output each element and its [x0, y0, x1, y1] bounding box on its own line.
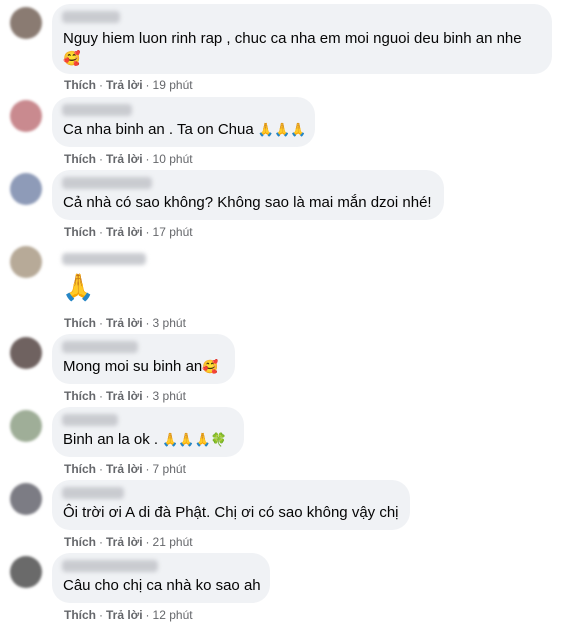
comment-bubble: Mong moi su binh an🥰: [52, 334, 235, 384]
timestamp[interactable]: 10 phút: [153, 152, 193, 166]
timestamp[interactable]: 7 phút: [153, 462, 186, 476]
comment-emoji: 🥰: [63, 50, 81, 66]
comment-actions: Thích · Trả lời · 3 phút: [64, 389, 186, 403]
comment-text: Nguy hiem luon rinh rap , chuc ca nha em…: [63, 30, 522, 47]
avatar[interactable]: [10, 483, 42, 515]
comment-emoji: 🙏: [62, 272, 95, 302]
comment-text: Câu cho chị ca nhà ko sao ah: [63, 577, 261, 594]
like-button[interactable]: Thích: [64, 225, 96, 239]
timestamp[interactable]: 21 phút: [153, 535, 193, 549]
comment-bubble: Ca nha binh an . Ta on Chua 🙏🙏🙏: [52, 97, 315, 147]
comment-bubble: Câu cho chị ca nhà ko sao ah: [52, 553, 270, 603]
avatar[interactable]: [10, 246, 42, 278]
timestamp[interactable]: 3 phút: [153, 316, 186, 330]
like-button[interactable]: Thích: [64, 535, 96, 549]
avatar[interactable]: [10, 173, 42, 205]
comment-actions: Thích · Trả lời · 10 phút: [64, 152, 193, 166]
timestamp[interactable]: 12 phút: [153, 608, 193, 622]
like-button[interactable]: Thích: [64, 389, 96, 403]
comment-bubble: Cả nhà có sao không? Không sao là mai mắ…: [52, 170, 444, 220]
comment-actions: Thích · Trả lời · 17 phút: [64, 225, 193, 239]
like-button[interactable]: Thích: [64, 78, 96, 92]
like-button[interactable]: Thích: [64, 316, 96, 330]
commenter-name[interactable]: [62, 487, 124, 499]
reply-button[interactable]: Trả lời: [106, 152, 143, 166]
commenter-name[interactable]: [62, 104, 132, 116]
comment-bubble: Ôi trời ơi A di đà Phật. Chị ơi có sao k…: [52, 480, 410, 530]
reply-button[interactable]: Trả lời: [106, 316, 143, 330]
timestamp[interactable]: 3 phút: [153, 389, 186, 403]
pray-emoji-icon: 🙏🙏🙏: [257, 122, 307, 138]
like-button[interactable]: Thích: [64, 152, 96, 166]
comment-text: Ca nha binh an . Ta on Chua 🙏🙏🙏: [63, 121, 307, 138]
avatar[interactable]: [10, 337, 42, 369]
comment-actions: Thích · Trả lời · 19 phút: [64, 78, 193, 92]
comment-bubble: Nguy hiem luon rinh rap , chuc ca nha em…: [52, 4, 552, 74]
reply-button[interactable]: Trả lời: [106, 608, 143, 622]
reply-button[interactable]: Trả lời: [106, 389, 143, 403]
timestamp[interactable]: 17 phút: [153, 225, 193, 239]
comment-text: Mong moi su binh an🥰: [63, 358, 219, 375]
comment-actions: Thích · Trả lời · 3 phút: [64, 316, 186, 330]
comment-actions: Thích · Trả lời · 7 phút: [64, 462, 186, 476]
comment-actions: Thích · Trả lời · 21 phút: [64, 535, 193, 549]
comment-text: Binh an la ok . 🙏🙏🙏🍀: [63, 431, 227, 448]
comment-text: Cả nhà có sao không? Không sao là mai mắ…: [63, 194, 432, 211]
avatar[interactable]: [10, 410, 42, 442]
commenter-name[interactable]: [62, 414, 118, 426]
comment-bubble: Binh an la ok . 🙏🙏🙏🍀: [52, 407, 244, 457]
smiling-face-hearts-icon: 🥰: [202, 359, 219, 375]
commenter-name[interactable]: [62, 177, 152, 189]
reply-button[interactable]: Trả lời: [106, 462, 143, 476]
avatar[interactable]: [10, 7, 42, 39]
commenter-name[interactable]: [62, 11, 120, 23]
commenter-name[interactable]: [62, 341, 138, 353]
reply-button[interactable]: Trả lời: [106, 225, 143, 239]
reply-button[interactable]: Trả lời: [106, 535, 143, 549]
avatar[interactable]: [10, 556, 42, 588]
avatar[interactable]: [10, 100, 42, 132]
commenter-name[interactable]: [62, 253, 146, 265]
comment-actions: Thích · Trả lời · 12 phút: [64, 608, 193, 622]
like-button[interactable]: Thích: [64, 462, 96, 476]
comment-text: Ôi trời ơi A di đà Phật. Chị ơi có sao k…: [63, 504, 399, 521]
reply-button[interactable]: Trả lời: [106, 78, 143, 92]
commenter-name[interactable]: [62, 560, 158, 572]
like-button[interactable]: Thích: [64, 608, 96, 622]
pray-clover-emoji-icon: 🙏🙏🙏🍀: [162, 432, 227, 448]
timestamp[interactable]: 19 phút: [153, 78, 193, 92]
